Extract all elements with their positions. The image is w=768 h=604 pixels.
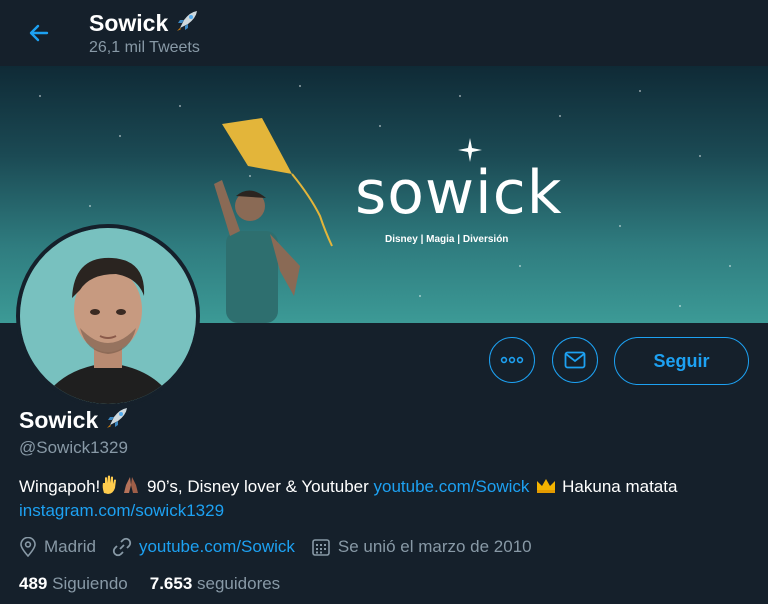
more-options-button[interactable]: [489, 337, 535, 383]
bio-link-instagram[interactable]: instagram.com/sowick1329: [19, 501, 224, 520]
top-bar: Sowick 26,1 mil Tweets: [0, 0, 768, 66]
rocket-icon: [104, 405, 130, 437]
followers-count: 7.653: [149, 574, 193, 593]
profile-bio: Wingapoh! 90’s, Disney lover & Youtuber …: [19, 475, 759, 523]
joined-item: Se unió el marzo de 2010: [311, 537, 532, 557]
followers-label: seguidores: [197, 574, 281, 593]
link-icon: [112, 537, 132, 557]
header-name: Sowick: [89, 10, 169, 36]
website-item: youtube.com/Sowick: [112, 537, 295, 557]
follow-button[interactable]: Seguir: [614, 337, 749, 385]
location-item: Madrid: [19, 537, 96, 557]
profile-name: Sowick: [19, 407, 99, 433]
following-stat[interactable]: 489 Siguiendo: [19, 574, 128, 593]
profile-name-row: Sowick: [19, 405, 130, 437]
bio-text-3: Hakuna matata: [557, 477, 678, 496]
person-graphic: [214, 180, 300, 323]
crown-icon: [529, 477, 557, 496]
banner-tagline: Disney | Magia | Diversión: [385, 234, 509, 245]
header-title: Sowick: [89, 8, 200, 40]
back-button[interactable]: [24, 18, 54, 48]
bio-text-2: 90’s, Disney lover & Youtuber: [142, 477, 374, 496]
mail-icon: [564, 351, 586, 369]
pray-icon: [118, 477, 142, 496]
location-icon: [20, 537, 36, 557]
followers-stat[interactable]: 7.653 seguidores: [150, 574, 280, 593]
profile-meta: Madrid youtube.com/Sowick Se unió el mar…: [19, 537, 548, 557]
profile-stats: 489 Siguiendo 7.653 seguidores: [19, 574, 280, 594]
bio-link-youtube[interactable]: youtube.com/Sowick: [374, 477, 530, 496]
joined-text: Se unió el marzo de 2010: [337, 537, 532, 556]
calendar-icon: [312, 539, 330, 556]
back-arrow-icon: [29, 24, 49, 42]
more-icon: [500, 356, 524, 364]
profile-avatar[interactable]: [16, 224, 200, 408]
profile-handle: @Sowick1329: [19, 438, 128, 457]
following-label: Siguiendo: [52, 574, 128, 593]
website-link[interactable]: youtube.com/Sowick: [139, 537, 295, 557]
following-count: 489: [19, 574, 48, 593]
bio-text-1: Wingapoh!: [19, 477, 101, 496]
message-button[interactable]: [552, 337, 598, 383]
rocket-icon: [174, 8, 200, 40]
location-text: Madrid: [44, 537, 96, 556]
hand-icon: [100, 475, 118, 496]
banner-logo: sowick: [355, 158, 563, 228]
tweets-count: 26,1 mil Tweets: [89, 39, 200, 56]
